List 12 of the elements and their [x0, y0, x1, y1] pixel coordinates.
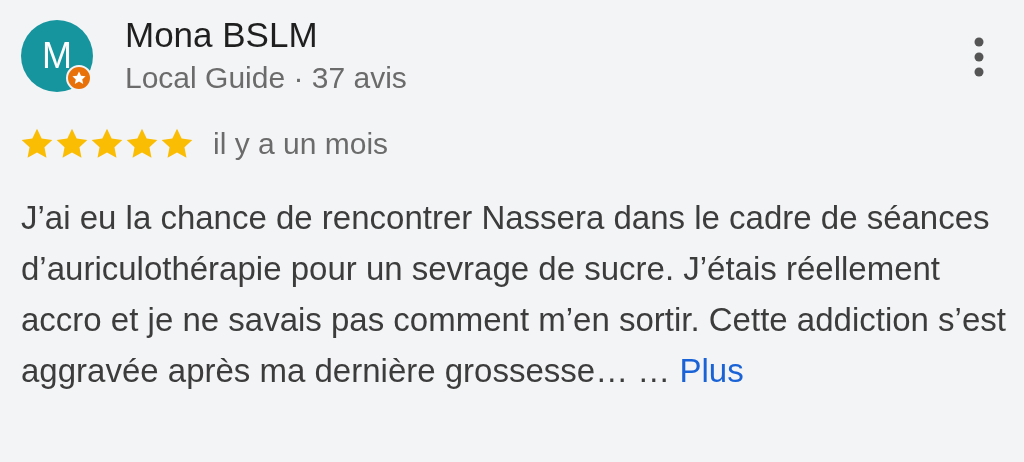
review-date: il y a un mois [213, 126, 389, 162]
star-icon [161, 128, 193, 159]
reviewer-details: Local Guide · 37 avis [125, 61, 407, 95]
review-text: J’ai eu la chance de rencontrer Nassera dans le cadre de séances d’auriculothérapie pour un sevrage de sucre. J’étais réellement accro et je ne savais pas comment m’en sortir. Cette addiction s’est aggravée après ma dernière grossesse… … Plus [21, 198, 1007, 391]
avatar[interactable]: M [21, 20, 93, 92]
star-icon [126, 128, 158, 159]
star-icon [91, 128, 123, 159]
more-options-icon[interactable] [974, 37, 984, 77]
star-icon [56, 128, 88, 159]
reviewer-name[interactable]: Mona BSLM [125, 17, 407, 53]
star-icon [21, 128, 53, 159]
more-link[interactable]: Plus [679, 352, 744, 389]
